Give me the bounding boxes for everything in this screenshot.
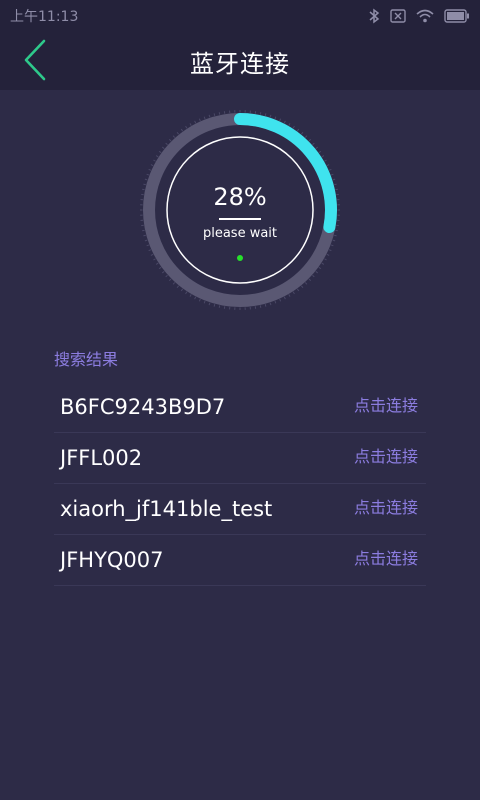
bluetooth-icon — [368, 8, 380, 24]
progress-gauge: 28% please wait — [140, 110, 340, 310]
back-button[interactable] — [18, 39, 52, 85]
device-list: B6FC9243B9D7 点击连接 JFFL002 点击连接 xiaorh_jf… — [54, 382, 426, 586]
status-indicator-dot — [237, 255, 243, 261]
search-results-title: 搜索结果 — [54, 350, 119, 369]
progress-divider — [219, 218, 261, 220]
connect-button[interactable]: 点击连接 — [354, 392, 426, 416]
connect-button[interactable]: 点击连接 — [354, 443, 426, 467]
device-row[interactable]: JFHYQ007 点击连接 — [54, 535, 426, 586]
page-title: 蓝牙连接 — [190, 49, 290, 78]
status-time: 上午11:13 — [10, 9, 79, 25]
connect-button[interactable]: 点击连接 — [354, 545, 426, 569]
device-row[interactable]: xiaorh_jf141ble_test 点击连接 — [54, 484, 426, 535]
title-bar: 蓝牙连接 — [0, 32, 480, 90]
gauge-center: 28% please wait — [140, 110, 340, 310]
device-name: B6FC9243B9D7 — [60, 395, 226, 419]
device-row[interactable]: B6FC9243B9D7 点击连接 — [54, 382, 426, 433]
progress-percent: 28% — [213, 183, 267, 211]
wifi-icon — [416, 9, 434, 23]
connect-button[interactable]: 点击连接 — [354, 494, 426, 518]
battery-icon — [444, 9, 470, 23]
status-icons — [368, 8, 470, 24]
chevron-left-icon — [23, 39, 47, 85]
status-bar: 上午11:13 — [0, 0, 480, 32]
device-row[interactable]: JFFL002 点击连接 — [54, 433, 426, 484]
progress-message: please wait — [202, 226, 278, 241]
no-sim-icon — [390, 9, 406, 23]
device-name: xiaorh_jf141ble_test — [60, 497, 273, 521]
device-name: JFFL002 — [60, 446, 143, 470]
device-name: JFHYQ007 — [60, 548, 164, 572]
